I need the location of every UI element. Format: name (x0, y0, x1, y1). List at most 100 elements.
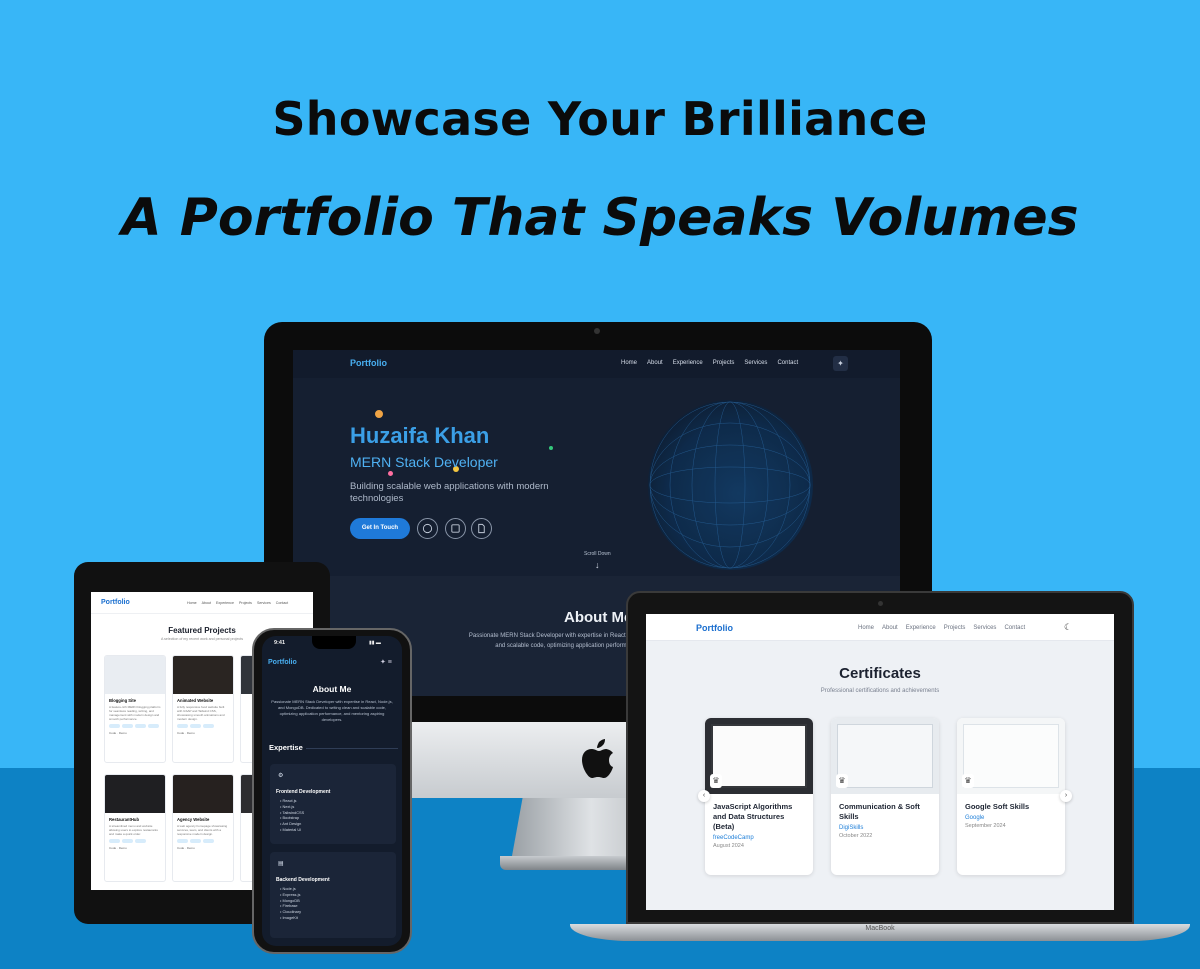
linkedin-icon[interactable] (445, 518, 466, 539)
resume-icon[interactable] (471, 518, 492, 539)
certificate-date: September 2024 (965, 823, 1006, 829)
code-link[interactable]: Code (177, 846, 184, 850)
project-description: A web agency homepage showcasing service… (177, 824, 228, 836)
project-tags (177, 724, 229, 728)
project-links: Code · Demo (109, 846, 127, 850)
certificate-issuer[interactable]: freeCodeCamp (713, 835, 805, 841)
expertise-list: Node.js Express.js MongoDB Firebase Clou… (280, 886, 301, 921)
certificate-document (711, 724, 807, 788)
code-link[interactable]: Code (177, 731, 184, 735)
certificate-image: ♛ (705, 718, 813, 794)
project-title: Agency Website (177, 817, 210, 822)
moon-icon[interactable]: ☾ (1064, 622, 1072, 633)
project-links: Code · Demo (177, 731, 195, 735)
demo-link[interactable]: Demo (119, 731, 127, 735)
project-thumbnail (173, 656, 233, 694)
certificate-card[interactable]: ♛ Google Soft Skills Google September 20… (957, 718, 1065, 875)
hero-description: Building scalable web applications with … (350, 481, 549, 504)
award-icon: ♛ (962, 774, 974, 788)
section-divider (306, 748, 398, 749)
code-link[interactable]: Code (109, 846, 116, 850)
iphone-screen: 9:41 ▮▮ ▬ Portfolio ✦ ≡ About Me Passion… (262, 636, 402, 946)
hero-name: Huzaifa Khan (350, 423, 490, 448)
laptop-nav-links: Home About Experience Projects Services … (858, 625, 1025, 631)
nav-projects[interactable]: Projects (944, 625, 966, 631)
tablet-navbar: Portfolio Home About Experience Projects… (91, 592, 313, 614)
macbook-camera (878, 601, 883, 606)
certificate-document (837, 724, 933, 788)
certificate-card[interactable]: ♛ Communication & Soft Skills DigiSkills… (831, 718, 939, 875)
project-card[interactable]: Animated Website A fully responsive food… (172, 655, 234, 763)
nav-contact[interactable]: Contact (1004, 625, 1025, 631)
nav-experience[interactable]: Experience (216, 601, 234, 605)
certificate-title: Communication & Soft Skills (839, 802, 920, 821)
get-in-touch-button[interactable]: Get In Touch (350, 518, 410, 539)
code-icon: ⚙ (278, 773, 284, 779)
nav-home[interactable]: Home (187, 601, 197, 605)
nav-projects[interactable]: Projects (713, 360, 735, 366)
expertise-card: ▤ Backend Development Node.js Express.js… (270, 852, 396, 938)
project-links: Code · Demo (177, 846, 195, 850)
certificate-issuer[interactable]: DigiSkills (839, 825, 931, 831)
headline: Showcase Your Brilliance (272, 92, 928, 146)
expertise-list: React.js Next.js TailwindCSS Bootstrap A… (280, 798, 304, 833)
theme-toggle-icon[interactable]: ✦ (833, 356, 848, 371)
project-card[interactable]: Agency Website A web agency homepage sho… (172, 774, 234, 882)
tablet-logo[interactable]: Portfolio (101, 599, 130, 606)
desktop-logo[interactable]: Portfolio (350, 358, 387, 368)
subheadline: A Portfolio That Speaks Volumes (121, 188, 1079, 248)
laptop-logo[interactable]: Portfolio (696, 623, 733, 633)
list-item: Express.js (280, 892, 301, 898)
expertise-card-title: Frontend Development (276, 789, 331, 795)
arrow-down-icon[interactable]: ↓ (595, 560, 600, 570)
project-description: A streamlined menu and website allowing … (109, 824, 158, 836)
demo-link[interactable]: Demo (187, 731, 195, 735)
nav-services[interactable]: Services (973, 625, 996, 631)
project-links: Code · Demo (109, 731, 127, 735)
server-icon: ▤ (278, 861, 284, 867)
nav-services[interactable]: Services (257, 601, 271, 605)
project-tags (109, 724, 161, 728)
nav-home[interactable]: Home (621, 360, 637, 366)
menu-icon[interactable]: ✦ ≡ (380, 658, 392, 666)
nav-experience[interactable]: Experience (906, 625, 936, 631)
project-title: Animated Website (177, 698, 214, 703)
demo-link[interactable]: Demo (187, 846, 195, 850)
github-icon[interactable] (417, 518, 438, 539)
certificate-title: JavaScript Algorithms and Data Structure… (713, 802, 793, 831)
about-title: About Me (564, 609, 633, 626)
nav-projects[interactable]: Projects (239, 601, 252, 605)
nav-services[interactable]: Services (744, 360, 767, 366)
nav-about[interactable]: About (647, 360, 663, 366)
phone-about-text: Passionate MERN Stack Developer with exp… (271, 699, 393, 722)
certificates-subtitle: Professional certifications and achievem… (820, 688, 940, 694)
chevron-right-icon[interactable]: › (1060, 790, 1072, 802)
nav-contact[interactable]: Contact (777, 360, 798, 366)
desktop-nav-links: Home About Experience Projects Services … (621, 360, 798, 366)
chevron-left-icon[interactable]: ‹ (698, 790, 710, 802)
demo-link[interactable]: Demo (119, 846, 127, 850)
nav-home[interactable]: Home (858, 625, 874, 631)
decor-dot (549, 446, 553, 450)
phone-logo[interactable]: Portfolio (268, 659, 297, 666)
nav-experience[interactable]: Experience (673, 360, 703, 366)
nav-about[interactable]: About (882, 625, 898, 631)
certificate-image: ♛ (831, 718, 939, 794)
macbook-screen: Portfolio Home About Experience Projects… (646, 614, 1114, 910)
scroll-down-label[interactable]: Scroll Down (584, 551, 611, 557)
apple-logo-icon (582, 739, 613, 778)
project-card[interactable]: Blogging Site A feature-rich MERN bloggi… (104, 655, 166, 763)
certificate-card[interactable]: ♛ JavaScript Algorithms and Data Structu… (705, 718, 813, 875)
desktop-navbar: Portfolio Home About Experience Projects… (293, 350, 900, 378)
project-card[interactable]: RestaurantHub A streamlined menu and web… (104, 774, 166, 882)
code-link[interactable]: Code (109, 731, 116, 735)
certificate-issuer[interactable]: Google (965, 815, 1057, 821)
status-time: 9:41 (274, 640, 286, 646)
decor-dot (388, 471, 393, 476)
nav-about[interactable]: About (202, 601, 211, 605)
macbook-brand: MacBook (865, 925, 895, 932)
decor-dot (375, 410, 383, 418)
project-description: A fully responsive food website built wi… (177, 705, 225, 721)
tablet-nav-links: Home About Experience Projects Services … (187, 601, 288, 605)
nav-contact[interactable]: Contact (276, 601, 288, 605)
